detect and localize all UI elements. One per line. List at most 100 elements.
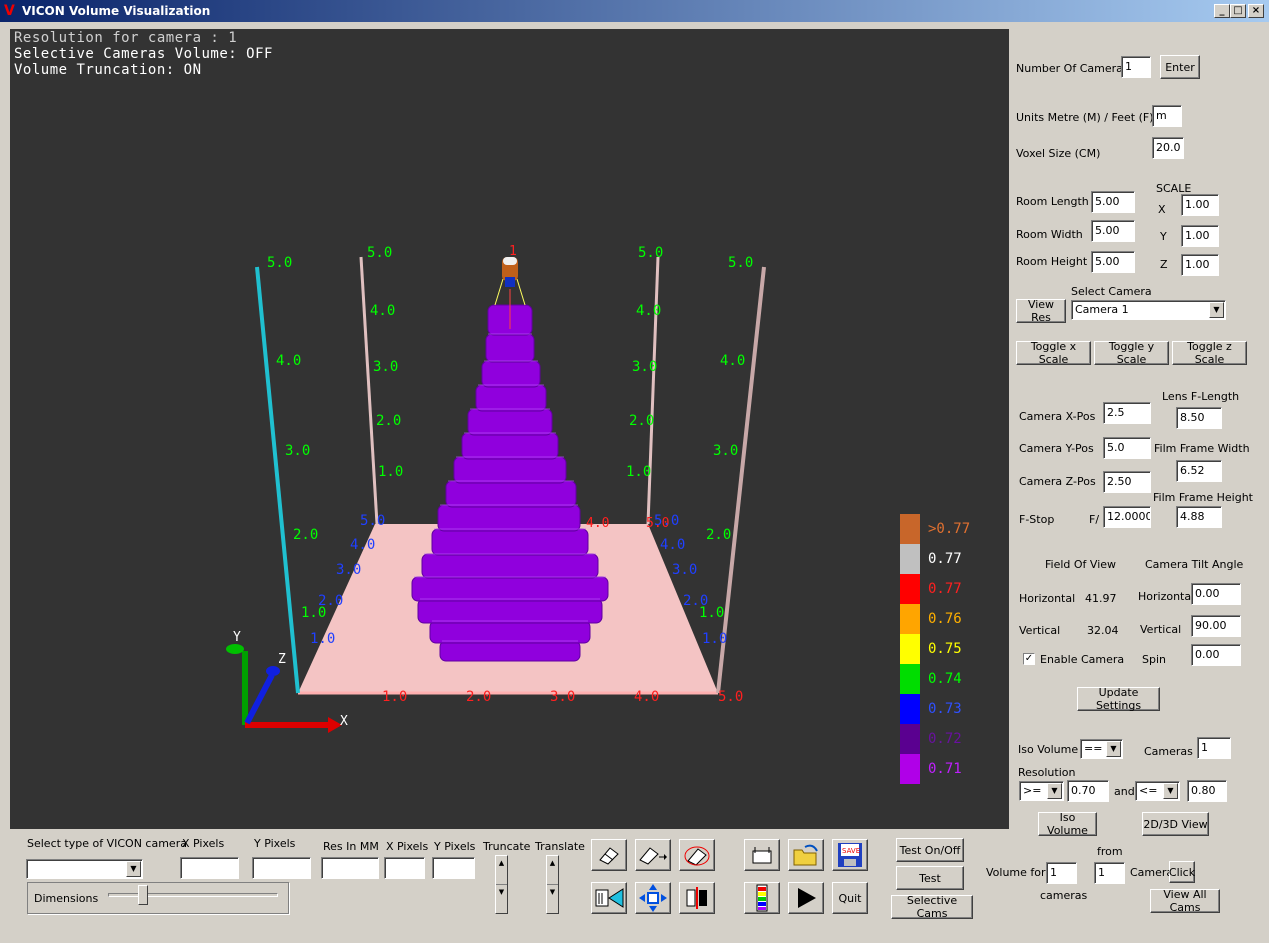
view-2d3d-button[interactable]: 2D/3D View	[1142, 812, 1209, 836]
iso-cameras-input[interactable]: 1	[1197, 737, 1231, 759]
chevron-down-icon[interactable]: ▼	[1163, 783, 1178, 799]
tick-x-back-4: 4.0	[586, 516, 609, 531]
film-width-input[interactable]: 6.52	[1176, 460, 1222, 482]
units-input[interactable]: m	[1152, 105, 1182, 127]
lens-input[interactable]: 8.50	[1176, 407, 1222, 429]
quit-button[interactable]: Quit	[832, 882, 868, 914]
view-all-cams-button[interactable]: View All Cams	[1150, 888, 1220, 914]
eraser-arrow-icon[interactable]	[635, 839, 671, 871]
vertical-fov-value: 32.04	[1087, 624, 1119, 637]
tick-zr-2: 2.0	[683, 593, 708, 609]
close-button[interactable]: ×	[1248, 4, 1264, 18]
x-pixels-input[interactable]	[180, 857, 239, 879]
y-pixels-input[interactable]	[252, 857, 311, 879]
chevron-down-icon[interactable]: ▼	[1106, 741, 1121, 757]
enter-button[interactable]: Enter	[1160, 55, 1200, 79]
color-bar-icon[interactable]	[744, 882, 780, 914]
update-settings-button[interactable]: Update Settings	[1077, 686, 1160, 712]
click-button[interactable]: Click	[1169, 861, 1195, 883]
scale-x-input[interactable]: 1.00	[1181, 194, 1219, 216]
app-logo-icon: V	[4, 3, 15, 19]
chevron-down-icon[interactable]: ▼	[1047, 783, 1062, 799]
tilt-label: Camera Tilt Angle	[1145, 558, 1244, 571]
camera-z-input[interactable]: 2.50	[1103, 471, 1151, 493]
dimensions-slider-thumb[interactable]	[138, 885, 148, 905]
camera-view-icon[interactable]	[591, 882, 627, 914]
legend-label: 0.75	[928, 641, 962, 657]
chevron-down-icon[interactable]: ▼	[1209, 302, 1224, 318]
film-height-input[interactable]: 4.88	[1176, 506, 1222, 528]
voxel-size-input[interactable]: 20.0	[1152, 137, 1184, 159]
tick-zr-3: 3.0	[672, 562, 697, 578]
tick-zr-1: 1.0	[702, 631, 727, 647]
res-min-input[interactable]: 0.70	[1067, 780, 1109, 802]
tick-bl-5: 5.0	[367, 245, 392, 261]
play-icon[interactable]	[788, 882, 824, 914]
toggle-x-scale-button[interactable]: Toggle x Scale	[1016, 340, 1091, 366]
test-onoff-button[interactable]: Test On/Off	[896, 838, 964, 862]
res-op1-select[interactable]: >= ▼	[1019, 781, 1064, 801]
vertical-tilt-input[interactable]: 90.00	[1191, 615, 1241, 637]
select-camera-label: Select Camera	[1071, 285, 1152, 298]
from-input[interactable]: 1	[1094, 862, 1125, 884]
selective-cams-button[interactable]: Selective Cams	[891, 894, 973, 920]
dimensions-slider-track[interactable]	[108, 893, 278, 897]
spin-down-icon[interactable]: ▼	[547, 885, 558, 914]
toggle-z-scale-button[interactable]: Toggle z Scale	[1172, 340, 1247, 366]
chevron-down-icon[interactable]: ▼	[126, 861, 141, 877]
room-height-input[interactable]: 5.00	[1091, 251, 1135, 273]
camera-y-input[interactable]: 5.0	[1103, 437, 1151, 459]
toggle-y-scale-button[interactable]: Toggle y Scale	[1094, 340, 1169, 366]
enable-camera-checkbox[interactable]: ✓	[1023, 653, 1035, 665]
spin-label: Spin	[1142, 653, 1166, 666]
open-folder-icon[interactable]	[788, 839, 824, 871]
camera-select[interactable]: Camera 1 ▼	[1071, 300, 1226, 320]
res-max-input[interactable]: 0.80	[1187, 780, 1227, 802]
spin-up-icon[interactable]: ▲	[496, 856, 507, 885]
iso-volume-button[interactable]: Iso Volume	[1038, 811, 1097, 837]
lens-label: Lens F-Length	[1162, 390, 1240, 403]
fstop-input[interactable]: 12.0000	[1103, 506, 1151, 528]
spin-down-icon[interactable]: ▼	[496, 885, 507, 914]
pole-front-left	[255, 266, 300, 694]
iso-volume-label: Iso Volume	[1018, 743, 1079, 756]
spin-up-icon[interactable]: ▲	[547, 856, 558, 885]
print-icon[interactable]	[744, 839, 780, 871]
scale-z-input[interactable]: 1.00	[1181, 254, 1219, 276]
spin-input[interactable]: 0.00	[1191, 644, 1241, 666]
truncate-spinner[interactable]: ▲ ▼	[495, 855, 508, 914]
save-icon[interactable]: SAVE	[832, 839, 868, 871]
minimize-button[interactable]: _	[1214, 4, 1230, 18]
eraser-icon[interactable]	[591, 839, 627, 871]
tick-fr-2: 2.0	[706, 527, 731, 543]
volume-viewport[interactable]: Resolution for camera : 1 Selective Came…	[10, 29, 1009, 829]
volume-for-input[interactable]: 1	[1046, 862, 1077, 884]
tick-zl-1: 1.0	[310, 631, 335, 647]
test-button[interactable]: Test	[896, 866, 964, 890]
eraser-rotate-icon[interactable]	[679, 839, 715, 871]
legend-label: 0.72	[928, 731, 962, 747]
num-cameras-input[interactable]: 1	[1121, 56, 1151, 78]
split-view-icon[interactable]	[679, 882, 715, 914]
camera-x-input[interactable]: 2.5	[1103, 402, 1151, 424]
translate-spinner[interactable]: ▲ ▼	[546, 855, 559, 914]
tick-bl-4: 4.0	[370, 303, 395, 319]
camera-select-value: Camera 1	[1075, 303, 1129, 316]
res-op2-select[interactable]: <= ▼	[1135, 781, 1180, 801]
tick-zr-4: 4.0	[660, 537, 685, 553]
horizontal-tilt-input[interactable]: 0.00	[1191, 583, 1241, 605]
res-mm-input[interactable]	[321, 857, 379, 879]
from-label: from	[1097, 845, 1123, 858]
y-pixels-2-input[interactable]	[432, 857, 475, 879]
scale-y-input[interactable]: 1.00	[1181, 225, 1219, 247]
x-pixels-2-input[interactable]	[384, 857, 425, 879]
vicon-type-select[interactable]: ▼	[26, 859, 143, 879]
room-length-input[interactable]: 5.00	[1091, 191, 1135, 213]
legend-label: 0.74	[928, 671, 962, 687]
move-arrows-icon[interactable]	[635, 882, 671, 914]
iso-op-select[interactable]: == ▼	[1080, 739, 1123, 759]
room-width-input[interactable]: 5.00	[1091, 220, 1135, 242]
tick-bl-3: 3.0	[373, 359, 398, 375]
maximize-button[interactable]: □	[1230, 4, 1246, 18]
view-res-button[interactable]: View Res	[1016, 298, 1066, 324]
